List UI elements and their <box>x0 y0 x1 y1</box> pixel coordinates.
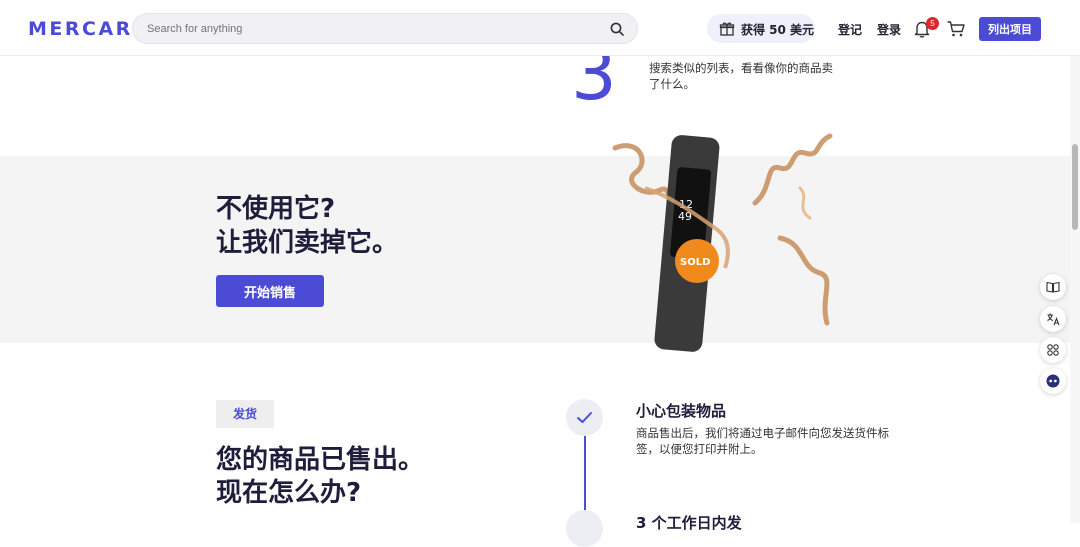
banner-title: 不使用它? 让我们卖掉它。 <box>216 192 398 260</box>
shipping-tag: 发货 <box>216 400 274 428</box>
step-1-marker <box>566 399 603 436</box>
check-icon <box>577 412 592 423</box>
notification-badge: 5 <box>926 17 939 30</box>
cart-icon[interactable] <box>946 20 966 38</box>
book-icon <box>1046 281 1060 293</box>
fitness-tracker-image: 12 49 SOLD <box>612 133 833 352</box>
gift-icon <box>719 22 735 36</box>
step-3-description: 搜索类似的列表，看看像你的商品卖了什么。 <box>649 61 833 91</box>
sell-promo-banner <box>0 156 1070 343</box>
register-link[interactable]: 登记 <box>838 21 862 38</box>
sold-badge: SOLD <box>680 257 710 268</box>
top-navigation-bar: MERCARI 获得 50 美元 登记 登录 5 列出项目 <box>0 0 1080 56</box>
start-selling-button[interactable]: 开始销售 <box>216 275 324 307</box>
mercari-logo[interactable]: MERCARI <box>28 18 142 40</box>
search-input[interactable] <box>147 20 587 38</box>
search-bar[interactable] <box>132 13 638 44</box>
banner-title-line-2: 让我们卖掉它。 <box>216 228 399 258</box>
step-1-description: 商品售出后，我们将通过电子邮件向您发送货件标签，以便您打印并附上。 <box>636 426 889 456</box>
step-1-title: 小心包装物品 <box>636 402 727 420</box>
translate-icon <box>1047 313 1060 326</box>
shipping-title-line-1: 您的商品已售出。 <box>216 445 425 475</box>
apps-button[interactable] <box>1040 337 1066 363</box>
get-50-dollars-button[interactable]: 获得 50 美元 <box>707 14 815 43</box>
search-icon[interactable] <box>609 21 625 37</box>
page-scrollbar[interactable] <box>1070 56 1080 523</box>
shipping-title: 您的商品已售出。 现在怎么办? <box>216 444 424 510</box>
banner-title-line-1: 不使用它? <box>216 194 336 224</box>
apps-icon <box>1047 344 1059 356</box>
translate-button[interactable] <box>1040 306 1066 332</box>
login-link[interactable]: 登录 <box>877 21 901 38</box>
gift-label: 获得 50 美元 <box>741 23 815 37</box>
scrollbar-thumb[interactable] <box>1072 144 1078 230</box>
list-item-button[interactable]: 列出项目 <box>979 17 1041 41</box>
assistant-button[interactable] <box>1040 368 1066 394</box>
shipping-title-line-2: 现在怎么办? <box>216 478 362 508</box>
assistant-icon <box>1046 374 1060 388</box>
step-2-marker <box>566 510 603 547</box>
reader-mode-button[interactable] <box>1040 274 1066 300</box>
